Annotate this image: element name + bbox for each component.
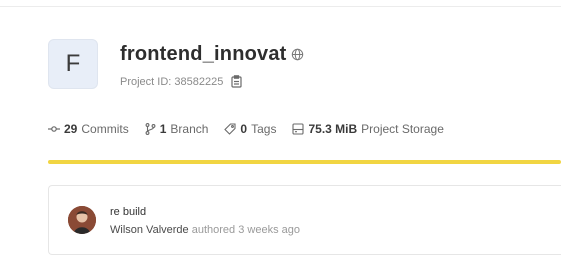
project-id: Project ID: 38582225 xyxy=(120,75,224,88)
commits-link[interactable]: 29 Commits xyxy=(48,122,129,136)
clipboard-icon[interactable] xyxy=(231,75,242,88)
commit-meta: Wilson Valverde authored 3 weeks ago xyxy=(110,224,300,236)
commit-author[interactable]: Wilson Valverde xyxy=(110,224,189,236)
storage-amount: 75.3 MiB xyxy=(308,122,358,136)
commit-message[interactable]: re build xyxy=(110,206,300,218)
branches-label: Branch xyxy=(170,122,209,136)
yellow-progress-bar xyxy=(48,160,561,164)
storage-label: Project Storage xyxy=(361,122,444,136)
commit-action: authored xyxy=(191,224,236,236)
project-header: F frontend_innovat Project ID: 38582225 xyxy=(48,39,304,89)
project-stats: 29 Commits 1 Branch 0 Tags 75.3 MiB Proj… xyxy=(48,122,444,136)
commit-author-avatar[interactable] xyxy=(68,206,96,234)
commit-text: re build Wilson Valverde authored 3 week… xyxy=(110,206,300,236)
tag-icon xyxy=(224,123,236,135)
project-title[interactable]: frontend_innovat xyxy=(120,43,287,66)
branches-link[interactable]: 1 Branch xyxy=(145,122,209,136)
tags-label: Tags xyxy=(251,122,277,136)
project-avatar-letter: F xyxy=(65,50,81,77)
tags-link[interactable]: 0 Tags xyxy=(224,122,276,136)
commit-time: 3 weeks ago xyxy=(238,224,300,236)
commit-icon xyxy=(48,126,60,132)
storage-link[interactable]: 75.3 MiB Project Storage xyxy=(292,122,444,136)
globe-icon xyxy=(291,48,304,61)
title-row: frontend_innovat xyxy=(120,43,304,66)
project-id-row: Project ID: 38582225 xyxy=(120,75,304,88)
top-divider xyxy=(0,6,561,7)
storage-icon xyxy=(292,123,305,135)
branches-count: 1 xyxy=(159,122,167,136)
branch-icon xyxy=(145,123,156,135)
last-commit-box: re build Wilson Valverde authored 3 week… xyxy=(48,185,561,255)
project-avatar[interactable]: F xyxy=(48,39,98,89)
tags-count: 0 xyxy=(240,122,248,136)
commits-label: Commits xyxy=(81,122,129,136)
project-header-text: frontend_innovat Project ID: 38582225 xyxy=(120,39,304,88)
commits-count: 29 xyxy=(64,122,78,136)
